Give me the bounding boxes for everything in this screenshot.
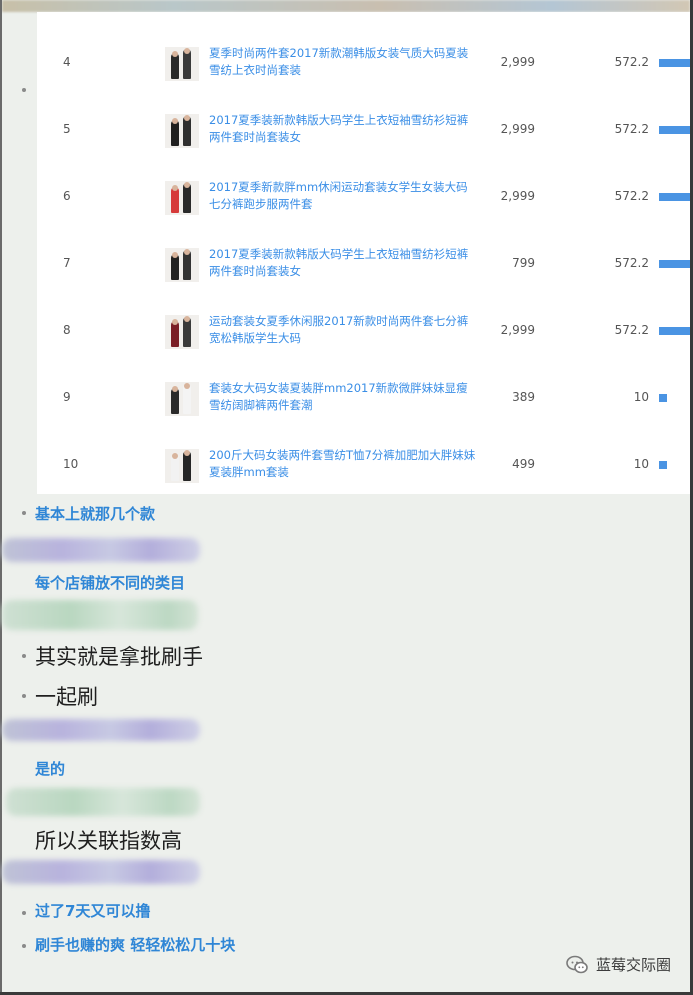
- bullet-dot: [22, 944, 26, 948]
- product-price: 2,999: [500, 323, 535, 337]
- product-thumbnail[interactable]: [165, 181, 199, 215]
- table-row: 10 200斤大码女装两件套雪纺T恤7分裤加肥加大胖妹妹夏装胖mm套装 499 10: [37, 431, 690, 498]
- product-title-link[interactable]: 夏季时尚两件套2017新款潮韩版女装气质大码夏装雪纺上衣时尚套装: [209, 45, 479, 79]
- product-thumbnail[interactable]: [165, 248, 199, 282]
- product-thumbnail[interactable]: [165, 114, 199, 148]
- product-thumbnail[interactable]: [165, 449, 199, 483]
- product-thumbnail[interactable]: [165, 382, 199, 416]
- table-row: 8 运动套装女夏季休闲服2017新款时尚两件套七分裤宽松韩版学生大码 2,999 57…: [37, 297, 690, 364]
- blurred-username: [2, 860, 200, 884]
- chat-message: 过了7天又可以撸: [35, 902, 151, 920]
- bullet-dot: [22, 654, 26, 658]
- bullet-dot: [22, 694, 26, 698]
- rank-number: 8: [63, 323, 71, 337]
- chat-message: 刷手也赚的爽 轻轻松松几十块: [35, 936, 236, 954]
- product-price: 2,999: [500, 189, 535, 203]
- product-title-link[interactable]: 200斤大码女装两件套雪纺T恤7分裤加肥加大胖妹妹夏装胖mm套装: [209, 447, 479, 481]
- rank-number: 10: [63, 457, 79, 471]
- index-bar: [659, 193, 690, 201]
- blurred-username: [6, 788, 200, 816]
- product-price: 2,999: [500, 122, 535, 136]
- product-ranking-table: 4 夏季时尚两件套2017新款潮韩版女装气质大码夏装雪纺上衣时尚套装 2,999 57…: [37, 12, 690, 494]
- association-index: 572.2: [614, 256, 649, 270]
- bullet-dot: [22, 511, 26, 515]
- chat-message: 其实就是拿批刷手: [35, 645, 203, 669]
- wechat-channel-icon: [566, 955, 588, 973]
- association-index: 572.2: [614, 122, 649, 136]
- chat-message: 每个店铺放不同的类目: [35, 574, 186, 592]
- index-bar: [659, 327, 690, 335]
- product-title-link[interactable]: 套装女大码女装夏装胖mm2017新款微胖妹妹显瘦雪纺阔脚裤两件套潮: [209, 380, 479, 414]
- table-row: 5 2017夏季装新款韩版大码学生上衣短袖雪纺衫短裤两件套时尚套装女 2,999 57…: [37, 96, 690, 163]
- rank-number: 6: [63, 189, 71, 203]
- product-price: 799: [512, 256, 535, 270]
- rank-number: 4: [63, 55, 71, 69]
- blurred-username: [2, 719, 200, 741]
- product-title-link[interactable]: 2017夏季新款胖mm休闲运动套装女学生女装大码七分裤跑步服两件套: [209, 179, 479, 213]
- bullet-dot: [22, 88, 26, 92]
- window-border-left: [0, 0, 2, 995]
- product-title-link[interactable]: 2017夏季装新款韩版大码学生上衣短袖雪纺衫短裤两件套时尚套装女: [209, 112, 479, 146]
- index-bar: [659, 126, 690, 134]
- blurred-header-strip: [2, 0, 690, 12]
- chat-message: 是的: [35, 760, 66, 778]
- chat-message: 所以关联指数高: [35, 829, 182, 853]
- index-bar: [659, 461, 667, 469]
- watermark: 蓝莓交际圈: [566, 954, 671, 975]
- product-price: 499: [512, 457, 535, 471]
- index-bar: [659, 394, 667, 402]
- association-index: 572.2: [614, 323, 649, 337]
- blurred-username: [2, 538, 200, 562]
- table-row: 9 套装女大码女装夏装胖mm2017新款微胖妹妹显瘦雪纺阔脚裤两件套潮 389 10: [37, 364, 690, 431]
- index-bar: [659, 260, 690, 268]
- association-index: 10: [633, 390, 649, 404]
- watermark-text: 蓝莓交际圈: [595, 956, 671, 974]
- rank-number: 7: [63, 256, 71, 270]
- table-row: 6 2017夏季新款胖mm休闲运动套装女学生女装大码七分裤跑步服两件套 2,999 5…: [37, 163, 690, 230]
- table-row: 4 夏季时尚两件套2017新款潮韩版女装气质大码夏装雪纺上衣时尚套装 2,999 57…: [37, 29, 690, 96]
- product-title-link[interactable]: 2017夏季装新款韩版大码学生上衣短袖雪纺衫短裤两件套时尚套装女: [209, 246, 479, 280]
- rank-number: 5: [63, 122, 71, 136]
- index-bar: [659, 59, 690, 67]
- product-title-link[interactable]: 运动套装女夏季休闲服2017新款时尚两件套七分裤宽松韩版学生大码: [209, 313, 479, 347]
- chat-message: 一起刷: [35, 685, 98, 709]
- product-price: 2,999: [500, 55, 535, 69]
- chat-message: 基本上就那几个款: [35, 505, 156, 523]
- rank-number: 9: [63, 390, 71, 404]
- bullet-dot: [22, 911, 26, 915]
- association-index: 572.2: [614, 55, 649, 69]
- association-index: 572.2: [614, 189, 649, 203]
- product-thumbnail[interactable]: [165, 315, 199, 349]
- product-thumbnail[interactable]: [165, 47, 199, 81]
- table-row: 7 2017夏季装新款韩版大码学生上衣短袖雪纺衫短裤两件套时尚套装女 799 572.…: [37, 230, 690, 297]
- blurred-username: [2, 600, 198, 630]
- association-index: 10: [633, 457, 649, 471]
- product-price: 389: [512, 390, 535, 404]
